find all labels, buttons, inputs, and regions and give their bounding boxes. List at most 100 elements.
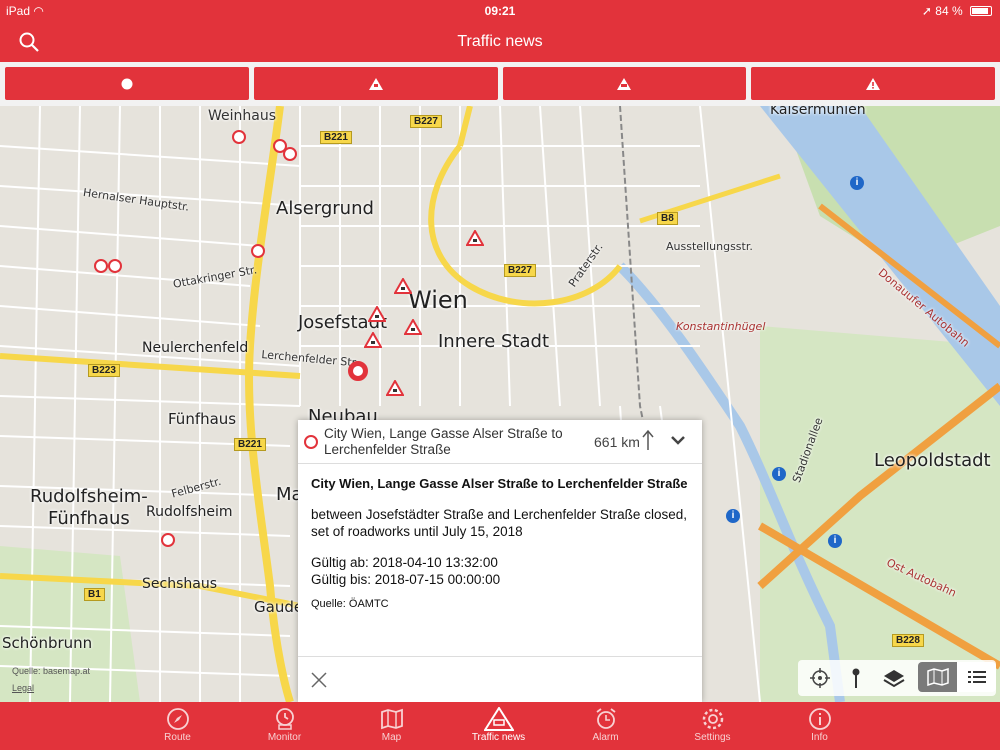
page-title: Traffic news: [457, 33, 543, 50]
tab-label: Map: [381, 732, 402, 743]
road-shield: B227: [504, 264, 536, 277]
popup-title: City Wien, Lange Gasse Alser Straße to L…: [324, 426, 563, 457]
map-label-kaisermuehlen: Kaisermühlen: [770, 106, 866, 118]
filter-bar: [0, 62, 1000, 106]
incident-source: Quelle: ÖAMTC: [311, 598, 389, 610]
tab-bar: Route Monitor Map Traffic news Alarm Set…: [0, 702, 1000, 750]
closure-marker[interactable]: [108, 259, 122, 273]
map-label-weinhaus: Weinhaus: [208, 108, 277, 124]
road-shield: B221: [234, 438, 266, 451]
traffic-news-icon: [483, 707, 514, 731]
map-label-alsergrund: Alsergrund: [276, 198, 374, 219]
close-icon[interactable]: [310, 671, 328, 689]
layers-icon[interactable]: [882, 666, 906, 690]
road-shield: B228: [892, 634, 924, 647]
gear-icon: [702, 708, 723, 730]
filter-roadworks-button[interactable]: [253, 67, 498, 100]
roadworks-marker[interactable]: [386, 380, 404, 396]
legal-link[interactable]: Legal: [12, 683, 34, 693]
filter-traffic-jam-button[interactable]: [502, 67, 747, 100]
direction-arrow-icon: [642, 429, 654, 450]
map-label-fuenfhaus: Fünfhaus: [168, 410, 237, 428]
roadworks-marker[interactable]: [466, 230, 484, 246]
filter-warning-button[interactable]: [751, 67, 995, 100]
monitor-icon: [275, 708, 294, 730]
popup-header[interactable]: City Wien, Lange Gasse Alser Straße to L…: [298, 420, 702, 464]
circle-icon: [121, 78, 133, 89]
roadworks-marker[interactable]: [394, 278, 412, 294]
status-bar: iPad ◠ 09:21 ➚ 84 %: [0, 0, 1000, 22]
tab-settings[interactable]: Settings: [659, 702, 766, 750]
map-attribution: Quelle: basemap.at: [12, 666, 91, 676]
clock: 09:21: [484, 4, 516, 18]
view-toggle: [918, 662, 996, 692]
tab-alarm[interactable]: Alarm: [552, 702, 659, 750]
tab-label: Traffic news: [471, 732, 526, 743]
road-shield: B223: [88, 364, 120, 377]
info-poi-icon[interactable]: i: [850, 176, 864, 190]
map-label-rudolfsheim: Rudolfsheim- Fünfhaus: [30, 486, 148, 529]
map-label-wien: Wien: [408, 286, 468, 314]
tab-label: Info: [811, 732, 828, 743]
tab-map[interactable]: Map: [338, 702, 445, 750]
roadworks-icon: [368, 77, 383, 90]
map-label-gaudenz: Gaude: [254, 598, 304, 616]
alarm-clock-icon: [595, 708, 616, 729]
map-icon: [926, 668, 949, 686]
battery-icon: [970, 6, 992, 16]
map-label-innere-stadt: Innere Stadt: [438, 331, 549, 352]
locate-me-icon[interactable]: [808, 666, 832, 690]
valid-from: Gültig ab: 2018-04-10 13:32:00: [311, 555, 498, 570]
closure-marker[interactable]: [161, 533, 175, 547]
map-icon: [380, 708, 403, 730]
map-label-schoenbrunn: Schönbrunn: [2, 634, 93, 652]
map-label-ausstellungsstr: Ausstellungsstr.: [666, 240, 753, 253]
info-poi-icon[interactable]: i: [772, 467, 786, 481]
chevron-down-icon[interactable]: [670, 434, 686, 446]
map-label-leopoldstadt: Leopoldstadt: [874, 450, 991, 471]
pin-icon[interactable]: [844, 666, 868, 690]
map-label-rudolfsheim-small: Rudolfsheim: [146, 504, 233, 520]
closure-icon: [304, 435, 318, 449]
tab-traffic-news[interactable]: Traffic news: [445, 702, 552, 750]
tab-route[interactable]: Route: [124, 702, 231, 750]
roadworks-marker[interactable]: [404, 319, 422, 335]
tab-label: Alarm: [592, 732, 619, 743]
map-view-button[interactable]: [918, 662, 957, 692]
info-poi-icon[interactable]: i: [726, 509, 740, 523]
list-icon: [967, 671, 986, 683]
popup-footer: [298, 656, 702, 702]
info-icon: [808, 708, 831, 730]
incident-heading: City Wien, Lange Gasse Alser Straße to L…: [311, 476, 688, 491]
compass-icon: [166, 708, 189, 730]
closure-marker[interactable]: [283, 147, 297, 161]
closure-marker[interactable]: [251, 244, 265, 258]
selected-closure-marker[interactable]: [348, 361, 368, 381]
info-poi-icon[interactable]: i: [828, 534, 842, 548]
tab-info[interactable]: Info: [766, 702, 873, 750]
closure-marker[interactable]: [94, 259, 108, 273]
popup-body: City Wien, Lange Gasse Alser Straße to L…: [311, 475, 691, 610]
tab-monitor[interactable]: Monitor: [231, 702, 338, 750]
closure-marker[interactable]: [232, 130, 246, 144]
battery-percent: 84 %: [935, 4, 963, 18]
tab-label: Settings: [694, 732, 731, 743]
status-right: ➚ 84 %: [922, 4, 992, 18]
map-label-neulerchenfeld: Neulerchenfeld: [142, 340, 249, 356]
filter-closure-button[interactable]: [5, 67, 249, 100]
road-shield: B8: [657, 212, 678, 225]
incident-detail-popup: City Wien, Lange Gasse Alser Straße to L…: [298, 420, 702, 702]
road-shield: B221: [320, 131, 352, 144]
map-label-sechshaus: Sechshaus: [142, 576, 217, 592]
roadworks-marker[interactable]: [364, 332, 382, 348]
tab-label: Monitor: [267, 732, 302, 743]
validity: Gültig ab: 2018-04-10 13:32:00 Gültig bi…: [311, 554, 691, 588]
list-view-button[interactable]: [957, 662, 996, 692]
tab-label: Route: [164, 732, 191, 743]
roadworks-marker[interactable]: [368, 306, 386, 322]
road-shield: B1: [84, 588, 105, 601]
distance-label: 661 km: [594, 434, 640, 450]
road-shield: B227: [410, 115, 442, 128]
app-header: Traffic news: [0, 22, 1000, 62]
location-arrow-icon: ➚: [921, 4, 932, 18]
